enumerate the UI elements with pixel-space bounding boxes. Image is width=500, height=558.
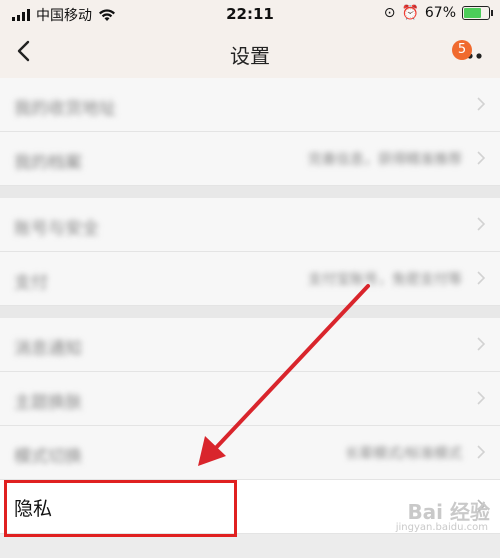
row-label: 我的档案 (14, 153, 82, 173)
settings-row-profile[interactable]: 我的档案 完善信息，获得精准推荐 (0, 132, 500, 186)
row-label: 主题换肤 (14, 393, 82, 413)
row-label: 账号与安全 (14, 219, 99, 239)
alarm-icon: ⏰ (401, 5, 419, 21)
settings-group-1: 我的收货地址 我的档案 完善信息，获得精准推荐 (0, 78, 500, 186)
more-button[interactable]: 5 (452, 40, 486, 64)
settings-row-address[interactable]: 我的收货地址 (0, 78, 500, 132)
settings-row-mode-switch[interactable]: 模式切换 长辈模式/标准模式 (0, 426, 500, 480)
rotation-lock-icon: ⊙ (383, 5, 396, 21)
notification-badge: 5 (452, 40, 472, 60)
settings-row-notifications[interactable]: 消息通知 (0, 318, 500, 372)
settings-row-account-security[interactable]: 账号与安全 (0, 198, 500, 252)
settings-group-2: 账号与安全 支付 支付宝账号，免密支付等 (0, 198, 500, 306)
battery-percent: 67% (424, 5, 456, 21)
row-value: 长辈模式/标准模式 (345, 446, 462, 462)
row-value: 完善信息，获得精准推荐 (308, 152, 462, 168)
status-right: ⊙ ⏰ 67% (383, 5, 493, 21)
row-label: 支付 (14, 273, 48, 293)
chevron-right-icon (477, 391, 486, 405)
nav-bar: 设置 5 (0, 28, 500, 78)
watermark-logo: Bai 经验 (407, 500, 490, 524)
privacy-highlight-box (4, 480, 237, 537)
section-divider (0, 306, 500, 318)
settings-row-theme[interactable]: 主题换肤 (0, 372, 500, 426)
row-label: 消息通知 (14, 339, 82, 359)
chevron-right-icon (477, 271, 486, 285)
watermark-url: jingyan.baidu.com (395, 522, 488, 533)
page-title: 设置 (230, 44, 270, 68)
chevron-right-icon (477, 337, 486, 351)
settings-list: 我的收货地址 我的档案 完善信息，获得精准推荐 账号与安全 支付 支付宝账号，免… (0, 78, 500, 534)
chevron-right-icon (477, 151, 486, 165)
battery-icon (462, 6, 493, 20)
row-label: 模式切换 (14, 447, 82, 467)
settings-row-payment[interactable]: 支付 支付宝账号，免密支付等 (0, 252, 500, 306)
row-label: 我的收货地址 (14, 99, 116, 119)
chevron-right-icon (477, 217, 486, 231)
section-divider (0, 186, 500, 198)
status-bar: 中国移动 22:11 ⊙ ⏰ 67% (0, 0, 500, 28)
row-value: 支付宝账号，免密支付等 (308, 272, 462, 288)
chevron-right-icon (477, 445, 486, 459)
chevron-right-icon (477, 97, 486, 111)
